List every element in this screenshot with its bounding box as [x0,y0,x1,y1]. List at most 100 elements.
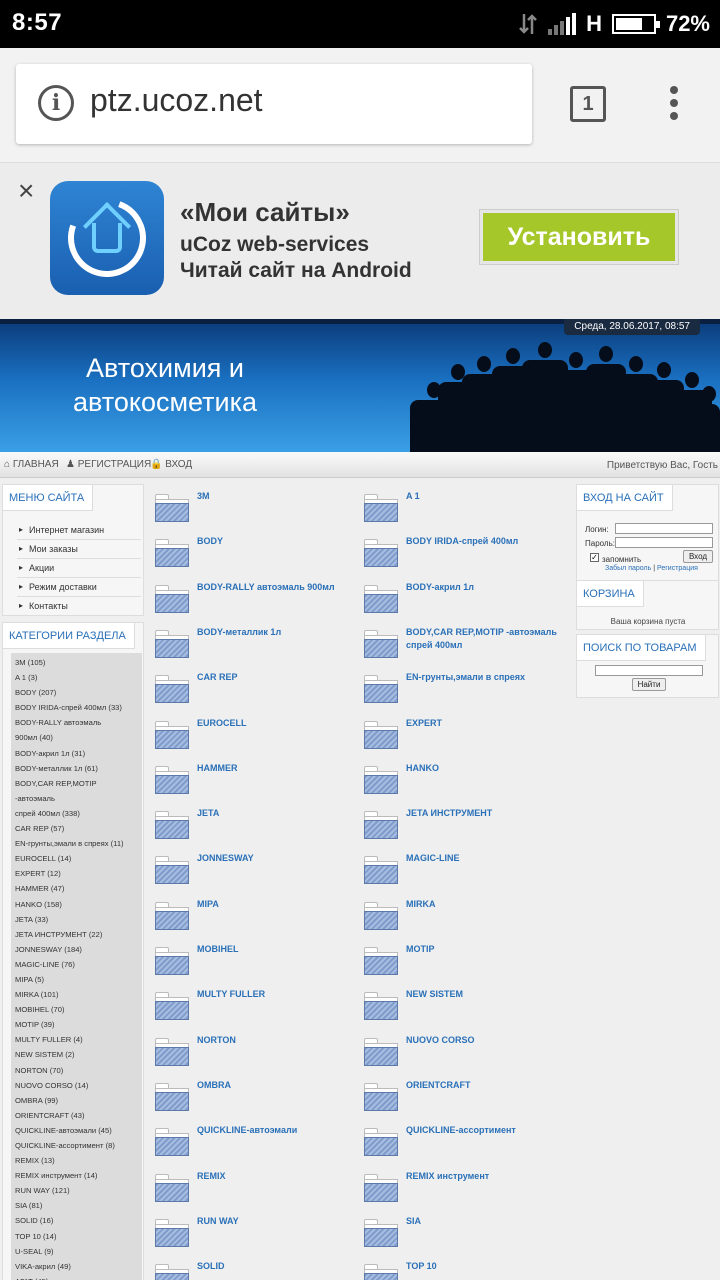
category-folder[interactable]: BODY IRIDA-спрей 400мл [364,535,564,577]
category-folder[interactable]: NEW SISTEM [364,988,564,1030]
folder-label[interactable]: BODY IRIDA-спрей 400мл [406,535,576,548]
folder-icon[interactable] [364,1264,398,1280]
search-button[interactable]: Найти [632,678,666,691]
folder-icon[interactable] [155,675,189,704]
folder-icon[interactable] [364,947,398,975]
category-item[interactable]: U-SEAL (9) [15,1244,138,1259]
category-folder[interactable]: MOBIHEL [155,943,355,985]
folder-icon[interactable] [364,1128,398,1157]
folder-icon[interactable] [155,720,189,749]
folder-icon[interactable] [364,1218,398,1247]
folder-label[interactable]: 3M [197,490,367,503]
category-item[interactable]: 900мл (40) [15,730,138,745]
folder-label[interactable]: BODY-акрил 1л [406,581,576,594]
category-item[interactable]: CAR REP (57) [15,821,138,836]
folder-label[interactable]: SOLID [197,1260,367,1273]
close-icon[interactable]: × [18,175,34,207]
password-input[interactable] [615,537,713,548]
category-folder[interactable]: NUOVO CORSO [364,1034,564,1076]
nav-home[interactable]: ⌂ ГЛАВНАЯ [4,459,59,470]
folder-icon[interactable] [155,947,189,975]
folder-label[interactable]: JONNESWAY [197,852,367,865]
category-item[interactable]: EUROCELL (14) [15,851,138,866]
category-item[interactable]: SOLID (16) [15,1213,138,1228]
category-folder[interactable]: JETA [155,807,355,849]
category-item[interactable]: A 1 (3) [15,670,138,685]
folder-icon[interactable] [155,1218,189,1247]
category-item[interactable]: HAMMER (47) [15,881,138,896]
category-folder[interactable]: OMBRA [155,1079,355,1121]
category-item[interactable]: BODY-RALLY автоэмаль [15,715,138,730]
overflow-menu-icon[interactable] [668,86,680,122]
category-folder[interactable]: JONNESWAY [155,852,355,894]
app-icon[interactable] [50,181,164,295]
folder-label[interactable]: EUROCELL [197,717,367,730]
category-item[interactable]: JETA (33) [15,912,138,927]
search-input[interactable] [595,665,703,676]
folder-icon[interactable] [364,765,398,794]
category-item[interactable]: 3M (105) [15,655,138,670]
forgot-password-link[interactable]: Забыл пароль [605,565,651,572]
category-folder[interactable]: EN-грунты,эмали в спреях [364,671,564,713]
category-folder[interactable]: MULTY FULLER [155,988,355,1030]
category-item[interactable]: BODY,CAR REP,MOTIP -автоэмаль [15,776,138,806]
folder-label[interactable]: BODY,CAR REP,MOTIP -автоэмаль спрей 400м… [406,626,576,652]
folder-label[interactable]: CAR REP [197,671,367,684]
folder-label[interactable]: REMIX инструмент [406,1170,576,1183]
category-item[interactable]: NORTON (70) [15,1063,138,1078]
folder-label[interactable]: BODY-металлик 1л [197,626,367,639]
folder-icon[interactable] [155,539,189,568]
category-folder[interactable]: TOP 10 [364,1260,564,1280]
folder-label[interactable]: MIPA [197,898,367,911]
category-item[interactable]: NEW SISTEM (2) [15,1047,138,1062]
folder-label[interactable]: BODY [197,535,367,548]
folder-label[interactable]: SIA [406,1215,576,1228]
info-icon[interactable]: i [38,85,74,121]
category-folder[interactable]: BODY [155,535,355,577]
category-folder[interactable]: ORIENTCRAFT [364,1079,564,1121]
category-folder[interactable]: A 1 [364,490,564,532]
category-folder[interactable]: MIRKA [364,898,564,940]
category-item[interactable]: BODY (207) [15,685,138,700]
folder-label[interactable]: MIRKA [406,898,576,911]
folder-label[interactable]: MAGIC-LINE [406,852,576,865]
folder-icon[interactable] [364,494,398,522]
folder-label[interactable]: EXPERT [406,717,576,730]
category-item[interactable]: MOBIHEL (70) [15,1002,138,1017]
category-folder[interactable]: MOTIP [364,943,564,985]
category-item[interactable]: MOTIP (39) [15,1017,138,1032]
category-item[interactable]: BODY-металлик 1л (61) [15,761,138,776]
category-item[interactable]: RUN WAY (121) [15,1183,138,1198]
category-item[interactable]: MULTY FULLER (4) [15,1032,138,1047]
login-button[interactable]: Вход [683,550,713,563]
cart-title[interactable]: КОРЗИНА [577,581,644,607]
folder-icon[interactable] [155,811,189,840]
category-folder[interactable]: BODY-металлик 1л [155,626,355,668]
folder-label[interactable]: NORTON [197,1034,367,1047]
category-item[interactable]: MAGIC-LINE (76) [15,957,138,972]
category-item[interactable]: EN-грунты,эмали в спреях (11) [15,836,138,851]
category-folder[interactable]: RUN WAY [155,1215,355,1257]
category-folder[interactable]: REMIX инструмент [364,1170,564,1212]
address-bar[interactable]: i ptz.ucoz.net [16,64,532,144]
menu-item[interactable]: Интернет магазин [17,521,141,540]
folder-icon[interactable] [155,1037,189,1066]
folder-label[interactable]: MULTY FULLER [197,988,367,1001]
folder-label[interactable]: QUICKLINE-ассортимент [406,1124,576,1137]
folder-icon[interactable] [364,856,398,885]
folder-icon[interactable] [155,629,189,658]
folder-label[interactable]: JETA [197,807,367,820]
category-item[interactable]: SIA (81) [15,1198,138,1213]
category-item[interactable]: BODY IRIDA-спрей 400мл (33) [15,700,138,715]
folder-icon[interactable] [364,901,398,930]
folder-label[interactable]: HANKO [406,762,576,775]
folder-icon[interactable] [155,1128,189,1157]
menu-item[interactable]: Режим доставки [17,578,141,597]
remember-checkbox[interactable]: ✓ [590,553,599,562]
nav-login[interactable]: 🔒 ВХОД [150,459,192,470]
category-folder[interactable]: CAR REP [155,671,355,713]
install-button[interactable]: Установить [479,209,679,265]
category-item[interactable]: JETA ИНСТРУМЕНТ (22) [15,927,138,942]
category-folder[interactable]: BODY-RALLY автоэмаль 900мл [155,581,355,623]
folder-label[interactable]: BODY-RALLY автоэмаль 900мл [197,581,367,594]
